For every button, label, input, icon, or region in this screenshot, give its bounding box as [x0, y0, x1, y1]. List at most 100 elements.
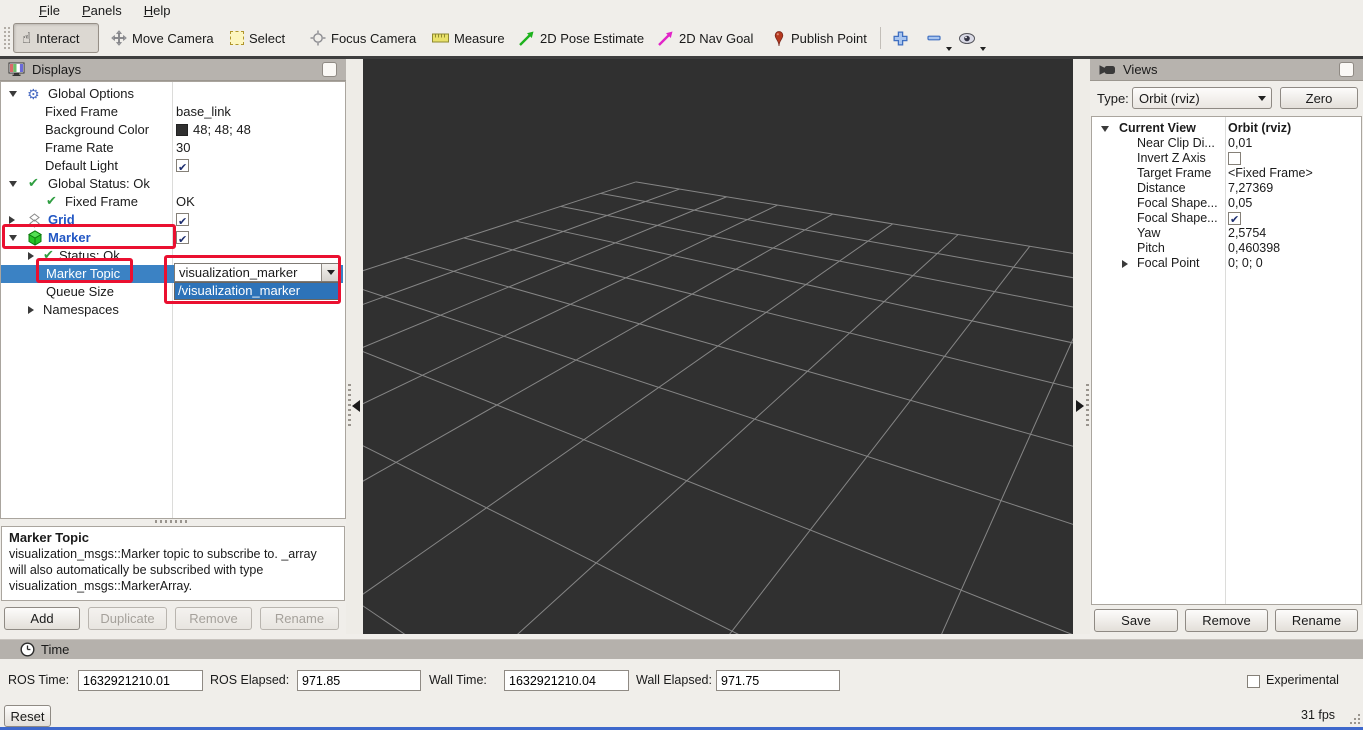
- collapse-arrow-icon[interactable]: [9, 181, 17, 187]
- row-value[interactable]: 48; 48; 48: [193, 121, 251, 139]
- row-value[interactable]: 0,05: [1228, 196, 1252, 211]
- menu-file[interactable]: File: [30, 2, 69, 19]
- tree-row-background-color[interactable]: Background Color 48; 48; 48: [1, 121, 343, 139]
- chevron-down-icon: [327, 270, 335, 275]
- reset-button[interactable]: Reset: [4, 705, 51, 727]
- tree-row-invert-z[interactable]: Invert Z Axis: [1092, 151, 1361, 166]
- view-type-combobox[interactable]: Orbit (rviz): [1132, 87, 1272, 109]
- views-panel-header[interactable]: Views: [1090, 59, 1363, 81]
- row-label: Focal Shape...: [1137, 211, 1218, 226]
- time-panel-header[interactable]: Time: [0, 639, 1363, 659]
- duplicate-button[interactable]: Duplicate: [88, 607, 167, 630]
- left-splitter[interactable]: [346, 59, 363, 634]
- experimental-checkbox[interactable]: [1247, 675, 1260, 688]
- tree-row-near-clip[interactable]: Near Clip Di... 0,01: [1092, 136, 1361, 151]
- help-splitter-handle[interactable]: [155, 520, 187, 523]
- row-value[interactable]: 2,5754: [1228, 226, 1266, 241]
- tree-row-target-frame[interactable]: Target Frame <Fixed Frame>: [1092, 166, 1361, 181]
- tree-row-fixed-frame[interactable]: Fixed Frame base_link: [1, 103, 343, 121]
- combobox-value[interactable]: visualization_marker: [175, 264, 321, 281]
- tool-publish-point-button[interactable]: Publish Point: [764, 23, 875, 53]
- save-button[interactable]: Save: [1094, 609, 1178, 632]
- row-label: Near Clip Di...: [1137, 136, 1215, 151]
- collapse-right-arrow-icon[interactable]: [1076, 400, 1084, 412]
- add-button[interactable]: Add: [4, 607, 80, 630]
- row-value[interactable]: 30: [176, 139, 190, 157]
- tree-row-marker[interactable]: Marker: [1, 229, 343, 247]
- expand-arrow-icon[interactable]: [1122, 260, 1128, 268]
- tree-row-fixed-frame-status[interactable]: ✔ Fixed Frame OK: [1, 193, 343, 211]
- tree-row-frame-rate[interactable]: Frame Rate 30: [1, 139, 343, 157]
- checkbox[interactable]: [1228, 212, 1241, 225]
- tree-row-yaw[interactable]: Yaw 2,5754: [1092, 226, 1361, 241]
- ros-time-field[interactable]: [78, 670, 203, 691]
- row-value[interactable]: base_link: [176, 103, 231, 121]
- tree-row-focal-shape-size[interactable]: Focal Shape... 0,05: [1092, 196, 1361, 211]
- right-splitter[interactable]: [1073, 59, 1090, 634]
- tree-row-global-status[interactable]: ✔ Global Status: Ok: [1, 175, 343, 193]
- visibility-button[interactable]: [952, 23, 982, 53]
- wall-elapsed-field[interactable]: [716, 670, 840, 691]
- tool-interact-button[interactable]: ☝ Interact: [13, 23, 99, 53]
- tree-row-namespaces[interactable]: Namespaces: [1, 301, 343, 319]
- checkbox[interactable]: [1228, 152, 1241, 165]
- tree-row-global-options[interactable]: ⚙ Global Options: [1, 85, 343, 103]
- expand-arrow-icon[interactable]: [9, 216, 15, 224]
- tree-row-focal-point[interactable]: Focal Point 0; 0; 0: [1092, 256, 1361, 271]
- wall-time-field[interactable]: [504, 670, 629, 691]
- tool-select-button[interactable]: Select: [222, 23, 293, 53]
- tree-row-pitch[interactable]: Pitch 0,460398: [1092, 241, 1361, 256]
- tool-focus-camera-button[interactable]: Focus Camera: [302, 23, 424, 53]
- remove-button[interactable]: Remove: [175, 607, 252, 630]
- menu-help[interactable]: Help: [135, 2, 180, 19]
- row-value[interactable]: 0; 0; 0: [1228, 256, 1263, 271]
- zero-button[interactable]: Zero: [1280, 87, 1358, 109]
- checkbox[interactable]: [176, 213, 189, 226]
- rename-button[interactable]: Rename: [260, 607, 339, 630]
- fps-counter: 31 fps: [1301, 708, 1335, 722]
- row-label: Current View: [1119, 121, 1196, 136]
- views-remove-button[interactable]: Remove: [1185, 609, 1268, 632]
- green-arrow-icon: [518, 30, 535, 47]
- collapse-arrow-icon[interactable]: [9, 91, 17, 97]
- render-viewport[interactable]: [363, 59, 1073, 634]
- tree-row-default-light[interactable]: Default Light: [1, 157, 343, 175]
- tool-move-camera-button[interactable]: Move Camera: [103, 23, 222, 53]
- zoom-out-button[interactable]: [920, 23, 948, 53]
- checkbox[interactable]: [176, 159, 189, 172]
- help-title: Marker Topic: [9, 530, 337, 545]
- tree-row-current-view[interactable]: Current View Orbit (rviz): [1092, 121, 1361, 136]
- color-swatch[interactable]: [176, 124, 188, 136]
- zoom-in-button[interactable]: [888, 23, 913, 53]
- row-value[interactable]: <Fixed Frame>: [1228, 166, 1313, 181]
- plus-icon: [892, 30, 909, 47]
- marker-icon: [27, 230, 43, 246]
- row-value[interactable]: 7,27369: [1228, 181, 1273, 196]
- tool-2d-pose-estimate-button[interactable]: 2D Pose Estimate: [510, 23, 652, 53]
- tree-row-grid[interactable]: Grid: [1, 211, 343, 229]
- combobox-dropdown-button[interactable]: [321, 264, 340, 281]
- collapse-left-arrow-icon[interactable]: [352, 400, 360, 412]
- collapse-arrow-icon[interactable]: [1101, 126, 1109, 132]
- row-value[interactable]: 0,460398: [1228, 241, 1280, 256]
- ros-elapsed-field[interactable]: [297, 670, 421, 691]
- expand-arrow-icon[interactable]: [28, 252, 34, 260]
- marker-topic-combobox[interactable]: visualization_marker: [174, 263, 341, 282]
- tool-2d-nav-goal-button[interactable]: 2D Nav Goal: [649, 23, 761, 53]
- expand-arrow-icon[interactable]: [28, 306, 34, 314]
- combobox-value: Orbit (rviz): [1133, 91, 1253, 106]
- displays-panel-header[interactable]: Displays: [0, 59, 346, 81]
- tool-measure-button[interactable]: Measure: [424, 23, 513, 53]
- float-button[interactable]: [322, 62, 337, 77]
- collapse-arrow-icon[interactable]: [9, 235, 17, 241]
- row-value[interactable]: 0,01: [1228, 136, 1252, 151]
- float-button[interactable]: [1339, 62, 1354, 77]
- resize-grip[interactable]: [1358, 722, 1360, 724]
- tree-row-distance[interactable]: Distance 7,27369: [1092, 181, 1361, 196]
- tree-row-focal-shape-fixed[interactable]: Focal Shape...: [1092, 211, 1361, 226]
- dropdown-option-selected[interactable]: /visualization_marker: [175, 283, 340, 299]
- checkbox[interactable]: [176, 231, 189, 244]
- views-rename-button[interactable]: Rename: [1275, 609, 1358, 632]
- toolbar-drag-handle[interactable]: [4, 27, 10, 49]
- menu-panels[interactable]: Panels: [73, 2, 131, 19]
